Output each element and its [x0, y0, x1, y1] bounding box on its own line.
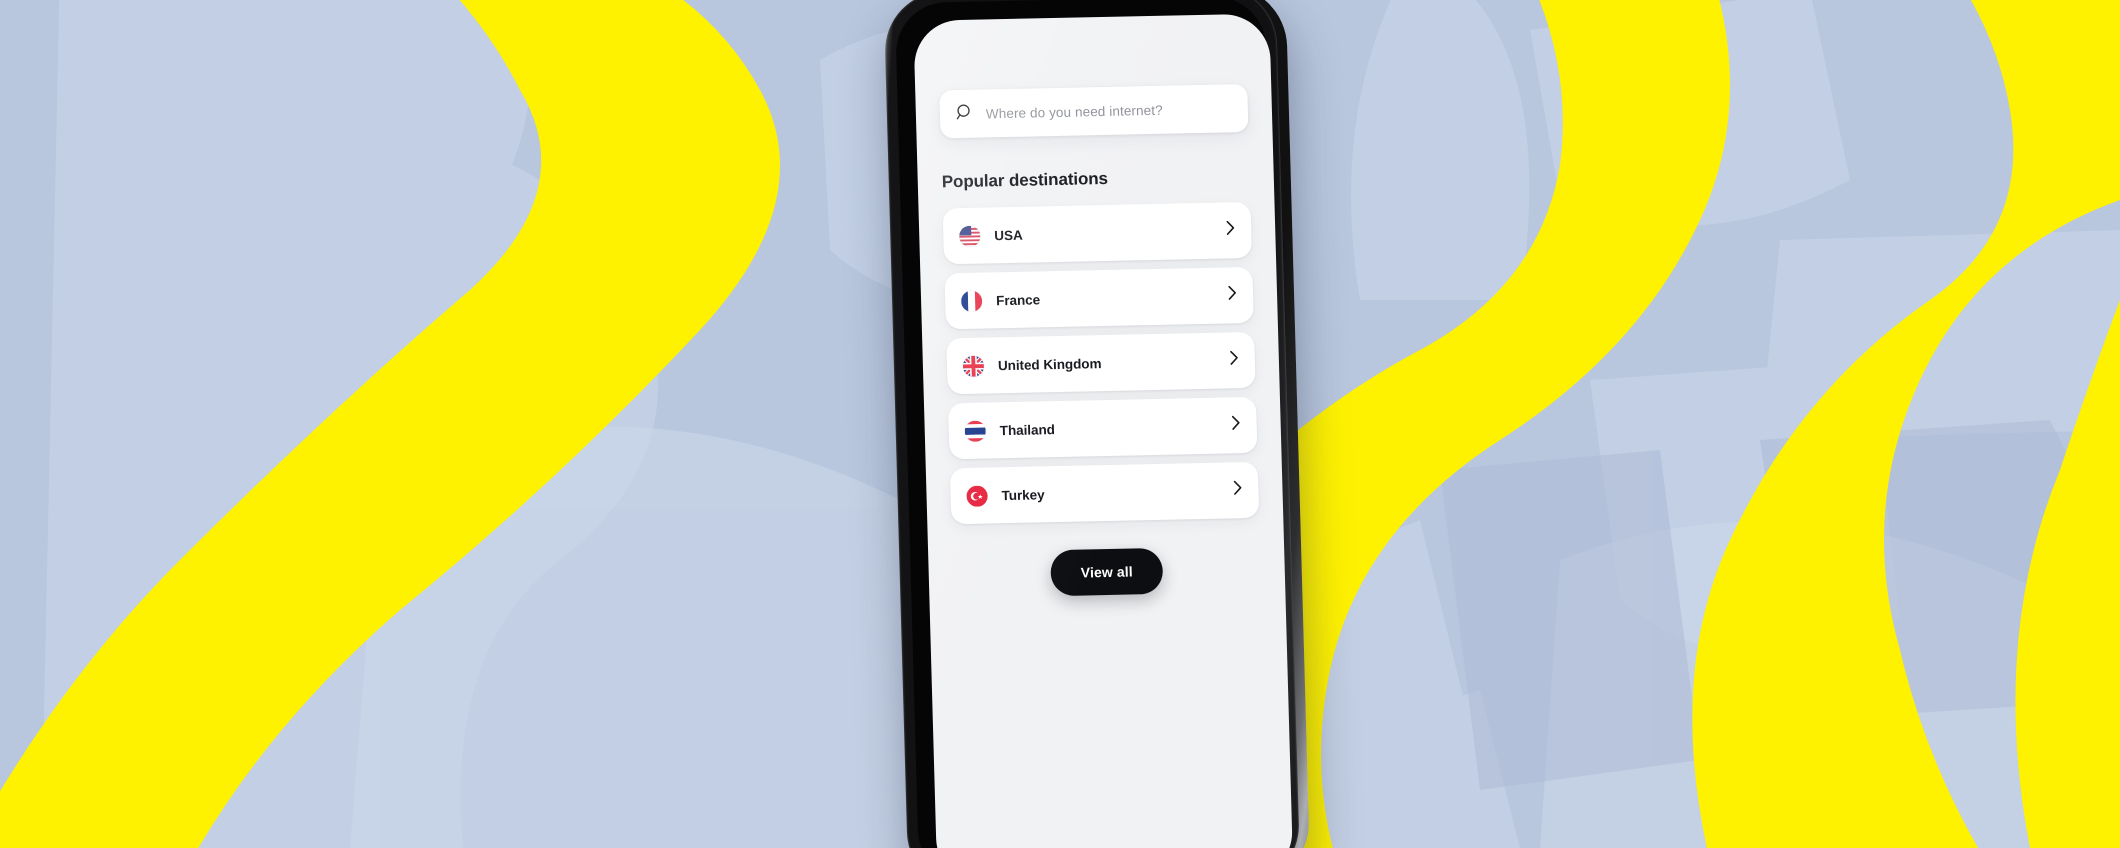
phone-mockup: Where do you need internet? Popular dest…: [883, 0, 1328, 848]
flag-uk-icon: [962, 355, 985, 377]
chevron-right-icon[interactable]: [1226, 220, 1236, 240]
view-all-button[interactable]: View all: [1050, 547, 1164, 597]
search-bar[interactable]: Where do you need internet?: [939, 83, 1249, 139]
list-item-label: Turkey: [1001, 486, 1045, 503]
phone-bezel: Where do you need internet? Popular dest…: [894, 0, 1294, 848]
chevron-right-icon[interactable]: [1231, 415, 1241, 435]
chevron-right-icon[interactable]: [1233, 480, 1243, 500]
search-icon: [956, 102, 975, 125]
flag-thailand-icon: [964, 420, 987, 442]
phone-body: Where do you need internet? Popular dest…: [883, 0, 1301, 848]
chevron-right-icon[interactable]: [1228, 285, 1238, 305]
flag-france-icon: [960, 290, 983, 312]
list-item-label: France: [995, 291, 1041, 308]
list-item-label: USA: [994, 227, 1023, 243]
list-item[interactable]: Thailand: [947, 396, 1258, 460]
flag-turkey-icon: [966, 484, 988, 507]
list-item-label: United Kingdom: [997, 355, 1102, 373]
list-item[interactable]: Turkey: [949, 461, 1260, 525]
page-title: Popular destinations: [941, 168, 1109, 192]
list-item[interactable]: United Kingdom: [946, 331, 1256, 395]
phone-screen: Where do you need internet? Popular dest…: [913, 13, 1294, 848]
list-item-label: Thailand: [999, 421, 1056, 438]
flag-usa-icon: [959, 225, 981, 247]
list-item[interactable]: USA: [942, 201, 1253, 265]
chevron-right-icon[interactable]: [1230, 350, 1240, 370]
destination-list: USA France United Kingdom Thailand Turke…: [942, 201, 1260, 525]
search-input-placeholder[interactable]: Where do you need internet?: [986, 102, 1163, 121]
view-all-container: View all: [952, 546, 1261, 598]
list-item[interactable]: France: [944, 266, 1254, 330]
screenshot-stage: Where do you need internet? Popular dest…: [0, 0, 2120, 848]
